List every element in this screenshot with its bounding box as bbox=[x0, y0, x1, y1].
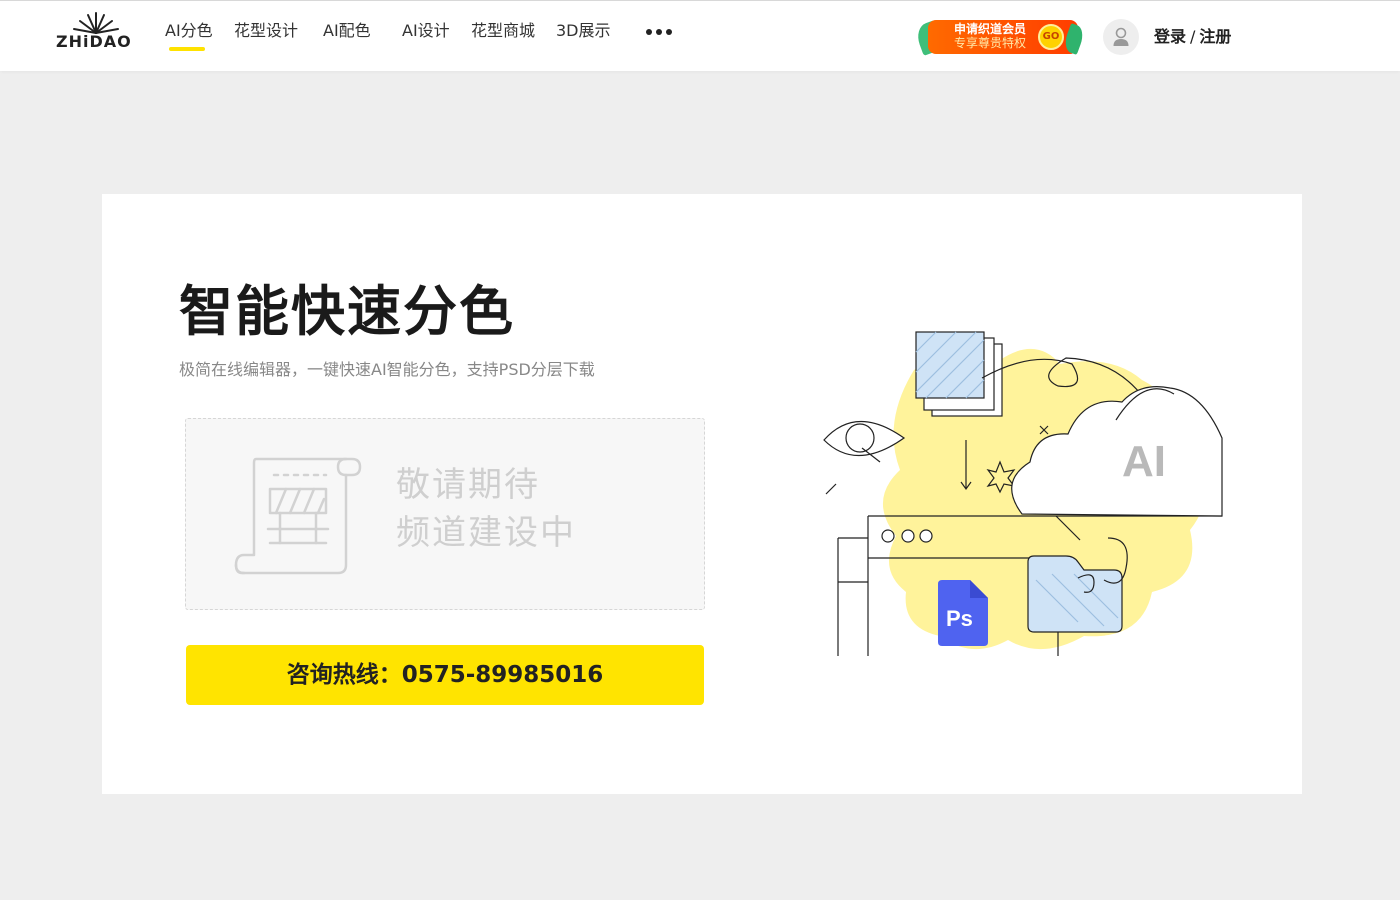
nav-pattern-mall[interactable]: 花型商城 bbox=[471, 21, 535, 41]
hotline-button[interactable]: 咨询热线：0575-89985016 bbox=[186, 645, 704, 705]
vip-go-button[interactable]: GO bbox=[1038, 24, 1064, 50]
nav-pattern-design[interactable]: 花型设计 bbox=[234, 21, 298, 41]
coming-soon-line2: 频道建设中 bbox=[396, 513, 576, 553]
vip-subtitle: 专享尊贵特权 bbox=[954, 36, 1027, 50]
auth-links: 登录 / 注册 bbox=[1154, 27, 1231, 47]
nav-ai-color-matching[interactable]: AI配色 bbox=[323, 21, 371, 41]
avatar[interactable] bbox=[1103, 19, 1139, 55]
ps-label: Ps bbox=[946, 606, 973, 631]
page-title: 智能快速分色 bbox=[179, 280, 515, 343]
auth-separator: / bbox=[1190, 27, 1196, 46]
vip-membership-banner[interactable]: 申请织道会员 专享尊贵特权 GO bbox=[913, 17, 1087, 57]
nav-ai-design[interactable]: AI设计 bbox=[402, 21, 450, 41]
nav-3d-display[interactable]: 3D展示 bbox=[556, 21, 611, 41]
ai-illustration: AI Ps bbox=[823, 331, 1223, 656]
vip-title: 申请织道会员 bbox=[954, 22, 1027, 36]
active-nav-indicator bbox=[169, 47, 205, 51]
cloud-ai-label: AI bbox=[1122, 437, 1166, 486]
user-icon bbox=[1113, 27, 1129, 46]
page-subtitle: 极简在线编辑器，一键快速AI智能分色，支持PSD分层下载 bbox=[179, 360, 595, 379]
zhidao-logo[interactable]: ZHiDAO bbox=[54, 11, 138, 53]
main-card: 智能快速分色 极简在线编辑器，一键快速AI智能分色，支持PSD分层下载 敬请期待… bbox=[102, 194, 1302, 794]
logo-text: ZHiDAO bbox=[56, 32, 132, 51]
coming-soon-line1: 敬请期待 bbox=[396, 465, 540, 505]
top-header: ZHiDAO AI分色 花型设计 AI配色 AI设计 花型商城 3D展示 申请织… bbox=[0, 0, 1400, 71]
nav-ai-color-separation[interactable]: AI分色 bbox=[165, 21, 213, 41]
coming-soon-panel: 敬请期待 频道建设中 bbox=[185, 418, 705, 610]
login-link[interactable]: 登录 bbox=[1154, 27, 1186, 46]
more-horizontal-icon[interactable] bbox=[643, 24, 675, 40]
under-construction-icon bbox=[234, 457, 362, 575]
register-link[interactable]: 注册 bbox=[1199, 27, 1231, 46]
